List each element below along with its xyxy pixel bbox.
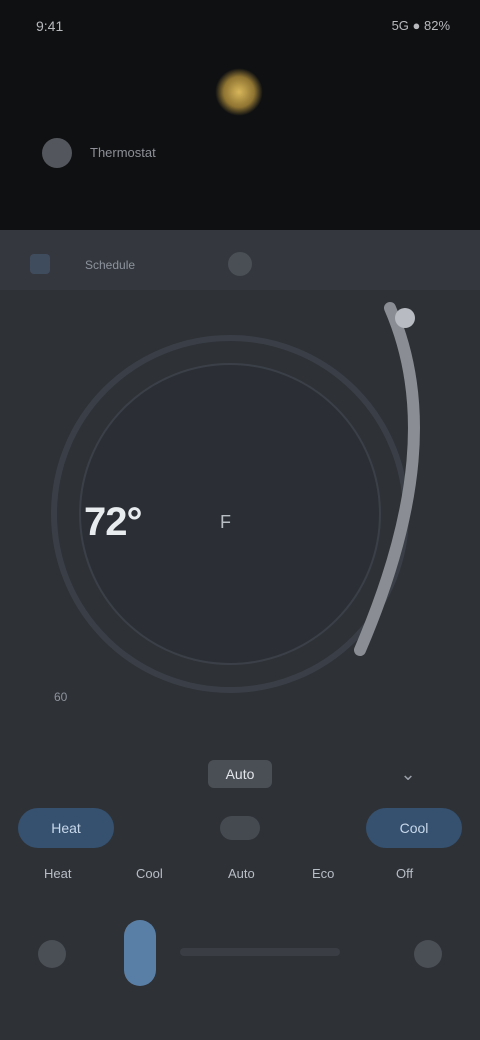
mode-strip-center-icon[interactable] [228, 252, 252, 276]
thermostat-dial[interactable] [0, 290, 480, 740]
mode-item-auto[interactable]: Auto [228, 866, 255, 881]
mode-item-cool[interactable]: Cool [136, 866, 163, 881]
mode-toggle-pill[interactable] [220, 816, 260, 840]
mode-item-heat[interactable]: Heat [44, 866, 71, 881]
settings-icon[interactable] [414, 940, 442, 968]
chevron-down-icon[interactable]: ⌄ [398, 764, 418, 784]
notification-text: Thermostat [90, 145, 156, 160]
mode-item-eco[interactable]: Eco [312, 866, 334, 881]
mode-strip-left-icon[interactable] [30, 254, 50, 274]
cool-button[interactable]: Cool [366, 808, 462, 848]
mode-row: Heat Cool Auto Eco Off [0, 866, 480, 896]
status-time: 9:41 [36, 18, 64, 34]
status-indicators: 5G ● 82% [391, 18, 450, 33]
temperature-unit: F [220, 512, 231, 532]
fan-slider[interactable] [124, 920, 156, 986]
sun-icon [215, 68, 263, 116]
leaf-icon[interactable] [38, 940, 66, 968]
mode-strip-label: Schedule [85, 258, 136, 272]
min-label: 60 [54, 690, 68, 704]
current-temperature: 72° [84, 500, 143, 544]
notification-icon [42, 138, 72, 168]
fan-slider-track [180, 948, 340, 956]
mode-value[interactable]: Auto [208, 760, 272, 788]
mode-item-off[interactable]: Off [396, 866, 413, 881]
bottom-controls [0, 920, 480, 990]
heat-button[interactable]: Heat [18, 808, 114, 848]
dial-graphic [51, 302, 420, 693]
setpoint-knob[interactable] [395, 308, 415, 328]
